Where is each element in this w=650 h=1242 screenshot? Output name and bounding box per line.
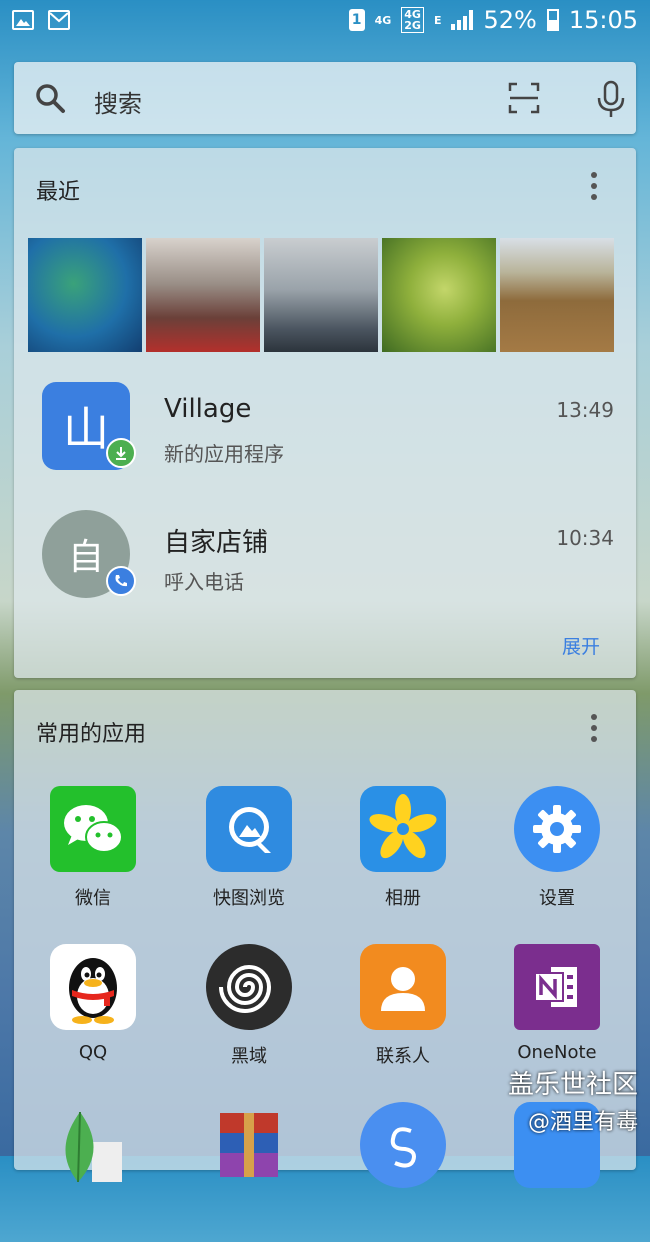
- download-badge-icon: [106, 438, 136, 468]
- phone-badge-icon: [106, 566, 136, 596]
- app-contacts[interactable]: 联系人: [328, 944, 478, 1084]
- app-snapseed[interactable]: [18, 1102, 168, 1242]
- recent-photo[interactable]: [146, 238, 260, 352]
- watermark-community: 盖乐世社区: [507, 1070, 638, 1100]
- gallery-flower-icon: [360, 786, 446, 872]
- recent-item-time: 13:49: [556, 398, 614, 422]
- recent-item-title: 自家店铺: [164, 528, 269, 558]
- recent-photo[interactable]: [28, 238, 142, 352]
- swipe-arrow-icon: [360, 1102, 446, 1188]
- recent-item-subtitle: 新的应用程序: [164, 442, 284, 466]
- battery-percent: 52%: [483, 6, 537, 34]
- frequent-apps-header: 常用的应用: [14, 690, 636, 766]
- app-label: 快图浏览: [213, 888, 285, 909]
- search-bar[interactable]: 搜索: [14, 62, 636, 134]
- app-blackdomain[interactable]: 黑域: [174, 944, 324, 1084]
- qq-penguin-icon: [50, 944, 136, 1030]
- battery-icon: [546, 9, 559, 31]
- onenote-icon: [514, 944, 600, 1030]
- recent-photo[interactable]: [264, 238, 378, 352]
- signal-icon: [451, 10, 474, 30]
- app-winrar[interactable]: [174, 1102, 324, 1242]
- apps-more-icon[interactable]: [588, 714, 600, 746]
- clock: 15:05: [568, 6, 638, 34]
- recent-card-title: 最近: [36, 180, 81, 205]
- app-label: 黑域: [231, 1046, 267, 1067]
- recent-item-time: 10:34: [556, 526, 614, 550]
- recent-item-title: Village: [164, 394, 252, 424]
- recent-photos: [28, 238, 614, 352]
- app-label: OneNote: [517, 1042, 597, 1063]
- search-placeholder: 搜索: [94, 90, 142, 118]
- frequent-apps-title: 常用的应用: [36, 722, 147, 747]
- app-gallery[interactable]: 相册: [328, 786, 478, 926]
- spiral-icon: [206, 944, 292, 1030]
- app-wechat[interactable]: 微信: [18, 786, 168, 926]
- network-type-3: E: [433, 13, 442, 27]
- quickpic-icon: [206, 786, 292, 872]
- recent-item-store[interactable]: 自 自家店铺 呼入电话 10:34: [14, 508, 636, 628]
- gallery-notification-icon: [12, 10, 34, 30]
- app-label: QQ: [78, 1042, 108, 1063]
- app-qq[interactable]: QQ: [18, 944, 168, 1084]
- network-type-1: 4G: [374, 13, 392, 27]
- wechat-icon: [50, 786, 136, 872]
- recent-photo[interactable]: [382, 238, 496, 352]
- app-label: 设置: [539, 888, 575, 909]
- app-quickpic[interactable]: 快图浏览: [174, 786, 324, 926]
- status-bar: 1 4G 4G 2G E 52% 15:05: [0, 0, 650, 46]
- app-onenote[interactable]: OneNote: [482, 944, 632, 1084]
- search-icon: [36, 84, 65, 113]
- recent-card: 最近 山 Village 新的应用程序 13:49 自 自家店铺 呼入电话 10…: [14, 148, 636, 678]
- snapseed-leaf-icon: [50, 1102, 136, 1188]
- sim-slot-icon: 1: [348, 9, 365, 31]
- archive-books-icon: [206, 1102, 292, 1188]
- gear-icon: [514, 786, 600, 872]
- scan-icon[interactable]: [508, 82, 540, 114]
- recent-card-header: 最近: [14, 148, 636, 224]
- expand-link[interactable]: 展开: [562, 632, 600, 659]
- watermark-author: @酒里有毒: [527, 1110, 638, 1135]
- app-settings[interactable]: 设置: [482, 786, 632, 926]
- contacts-person-icon: [360, 944, 446, 1030]
- recent-item-village[interactable]: 山 Village 新的应用程序 13:49: [14, 380, 636, 500]
- mail-notification-icon: [48, 10, 70, 30]
- app-label: 联系人: [376, 1046, 430, 1067]
- app-label: 微信: [75, 888, 111, 909]
- recent-more-icon[interactable]: [588, 172, 600, 204]
- microphone-icon[interactable]: [594, 80, 628, 118]
- app-label: 相册: [385, 888, 421, 909]
- network-type-2: 4G 2G: [401, 7, 424, 33]
- recent-item-subtitle: 呼入电话: [164, 570, 244, 594]
- recent-photo[interactable]: [500, 238, 614, 352]
- app-swipe[interactable]: [328, 1102, 478, 1242]
